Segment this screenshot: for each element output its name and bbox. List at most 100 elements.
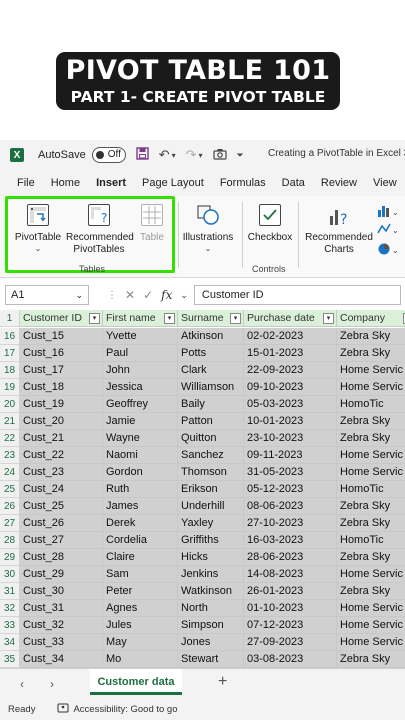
table-cell[interactable]: Zebra Sky bbox=[337, 328, 405, 345]
recommended-charts-button[interactable]: ? Recommended Charts bbox=[302, 204, 376, 256]
table-cell[interactable]: HomoTic bbox=[337, 481, 405, 498]
table-cell[interactable]: Cust_33 bbox=[20, 634, 103, 651]
table-cell[interactable]: Cust_18 bbox=[20, 379, 103, 396]
filter-dropdown-icon[interactable]: ▾ bbox=[89, 313, 100, 324]
customize-toolbar-icon[interactable]: ⏷ bbox=[237, 150, 244, 161]
table-cell[interactable]: Zebra Sky bbox=[337, 549, 405, 566]
table-cell[interactable]: Griffiths bbox=[178, 532, 244, 549]
accessibility-status[interactable]: Accessibility: Good to go bbox=[73, 704, 177, 715]
pivottable-button[interactable]: PivotTable ⌄ bbox=[13, 204, 63, 254]
table-button[interactable]: Table bbox=[136, 204, 168, 244]
table-cell[interactable]: Underhill bbox=[178, 498, 244, 515]
table-cell[interactable]: Cust_32 bbox=[20, 617, 103, 634]
table-cell[interactable]: Baily bbox=[178, 396, 244, 413]
table-cell[interactable]: Home Servic bbox=[337, 447, 405, 464]
pie-chart-icon[interactable]: ⌄ bbox=[377, 242, 401, 259]
illustrations-button[interactable]: Illustrations ⌄ bbox=[180, 204, 236, 254]
tab-page-layout[interactable]: Page Layout bbox=[142, 177, 204, 189]
table-cell[interactable]: Jamie bbox=[103, 413, 178, 430]
row-header[interactable]: 17 bbox=[0, 345, 20, 362]
table-cell[interactable]: Zebra Sky bbox=[337, 583, 405, 600]
table-cell[interactable]: 09-11-2023 bbox=[244, 447, 337, 464]
table-cell[interactable]: Simpson bbox=[178, 617, 244, 634]
table-cell[interactable]: Zebra Sky bbox=[337, 430, 405, 447]
row-header[interactable]: 28 bbox=[0, 532, 20, 549]
tab-formulas[interactable]: Formulas bbox=[220, 177, 266, 189]
fx-dropdown-icon[interactable]: ⌄ bbox=[180, 290, 188, 301]
table-cell[interactable]: Zebra Sky bbox=[337, 515, 405, 532]
table-cell[interactable]: Home Servic bbox=[337, 600, 405, 617]
table-cell[interactable]: 05-12-2023 bbox=[244, 481, 337, 498]
table-cell[interactable]: 05-03-2023 bbox=[244, 396, 337, 413]
row-header[interactable]: 35 bbox=[0, 651, 20, 668]
table-cell[interactable]: Cust_28 bbox=[20, 549, 103, 566]
table-cell[interactable]: Mo bbox=[103, 651, 178, 668]
prev-sheet-icon[interactable]: ‹ bbox=[20, 677, 24, 691]
autosave-toggle[interactable]: Off bbox=[91, 147, 126, 163]
save-icon[interactable] bbox=[136, 147, 149, 163]
tab-insert[interactable]: Insert bbox=[96, 177, 126, 189]
table-cell[interactable]: Hicks bbox=[178, 549, 244, 566]
table-cell[interactable]: 09-10-2023 bbox=[244, 379, 337, 396]
table-cell[interactable]: Zebra Sky bbox=[337, 498, 405, 515]
table-cell[interactable]: 03-08-2023 bbox=[244, 651, 337, 668]
table-cell[interactable]: 27-10-2023 bbox=[244, 515, 337, 532]
table-cell[interactable]: Cust_29 bbox=[20, 566, 103, 583]
row-header[interactable]: 22 bbox=[0, 430, 20, 447]
table-cell[interactable]: Potts bbox=[178, 345, 244, 362]
table-cell[interactable]: Cust_20 bbox=[20, 413, 103, 430]
row-header[interactable]: 20 bbox=[0, 396, 20, 413]
column-header-cell[interactable]: Surname ▾ bbox=[178, 310, 244, 327]
column-header-cell[interactable]: First name ▾ bbox=[103, 310, 178, 327]
column-header-cell[interactable]: Customer ID ▾ bbox=[20, 310, 103, 327]
table-cell[interactable]: Jones bbox=[178, 634, 244, 651]
undo-dropdown-icon[interactable]: ▾ bbox=[172, 151, 176, 160]
table-cell[interactable]: 14-08-2023 bbox=[244, 566, 337, 583]
column-header-cell[interactable]: Purchase date ▾ bbox=[244, 310, 337, 327]
table-cell[interactable]: Ruth bbox=[103, 481, 178, 498]
table-cell[interactable]: 15-01-2023 bbox=[244, 345, 337, 362]
table-cell[interactable]: Cordelia bbox=[103, 532, 178, 549]
table-cell[interactable]: Home Servic bbox=[337, 566, 405, 583]
table-cell[interactable]: North bbox=[178, 600, 244, 617]
row-header[interactable]: 16 bbox=[0, 328, 20, 345]
row-header[interactable]: 33 bbox=[0, 617, 20, 634]
filter-dropdown-icon[interactable]: ▾ bbox=[323, 313, 334, 324]
table-cell[interactable]: 07-12-2023 bbox=[244, 617, 337, 634]
table-cell[interactable]: Zebra Sky bbox=[337, 651, 405, 668]
next-sheet-icon[interactable]: › bbox=[50, 677, 54, 691]
tab-review[interactable]: Review bbox=[321, 177, 357, 189]
table-cell[interactable]: Williamson bbox=[178, 379, 244, 396]
add-sheet-button[interactable]: + bbox=[218, 673, 227, 691]
row-header[interactable]: 19 bbox=[0, 379, 20, 396]
table-cell[interactable]: 08-06-2023 bbox=[244, 498, 337, 515]
undo-icon[interactable]: ↶ bbox=[159, 147, 170, 163]
tab-view[interactable]: View bbox=[373, 177, 397, 189]
table-cell[interactable]: 02-02-2023 bbox=[244, 328, 337, 345]
table-cell[interactable]: 10-01-2023 bbox=[244, 413, 337, 430]
tab-home[interactable]: Home bbox=[51, 177, 80, 189]
row-header[interactable]: 24 bbox=[0, 464, 20, 481]
table-cell[interactable]: HomoTic bbox=[337, 532, 405, 549]
pivottable-dropdown-icon[interactable]: ⌄ bbox=[13, 244, 63, 254]
table-cell[interactable]: 27-09-2023 bbox=[244, 634, 337, 651]
table-cell[interactable]: Peter bbox=[103, 583, 178, 600]
row-header[interactable]: 34 bbox=[0, 634, 20, 651]
table-cell[interactable]: Wayne bbox=[103, 430, 178, 447]
table-cell[interactable]: 26-01-2023 bbox=[244, 583, 337, 600]
tab-file[interactable]: File bbox=[17, 177, 35, 189]
insert-function-icon[interactable]: fx bbox=[161, 288, 172, 302]
redo-icon[interactable]: ↷ bbox=[186, 147, 197, 163]
row-header[interactable]: 29 bbox=[0, 549, 20, 566]
table-cell[interactable]: Jenkins bbox=[178, 566, 244, 583]
table-cell[interactable]: Home Servic bbox=[337, 464, 405, 481]
table-cell[interactable]: Cust_15 bbox=[20, 328, 103, 345]
table-cell[interactable]: Geoffrey bbox=[103, 396, 178, 413]
table-cell[interactable]: Yaxley bbox=[178, 515, 244, 532]
checkbox-button[interactable]: Checkbox bbox=[244, 204, 296, 244]
accessibility-icon[interactable] bbox=[57, 703, 69, 716]
row-header[interactable]: 26 bbox=[0, 498, 20, 515]
table-cell[interactable]: Watkinson bbox=[178, 583, 244, 600]
row-header[interactable]: 25 bbox=[0, 481, 20, 498]
table-cell[interactable]: Home Servic bbox=[337, 379, 405, 396]
